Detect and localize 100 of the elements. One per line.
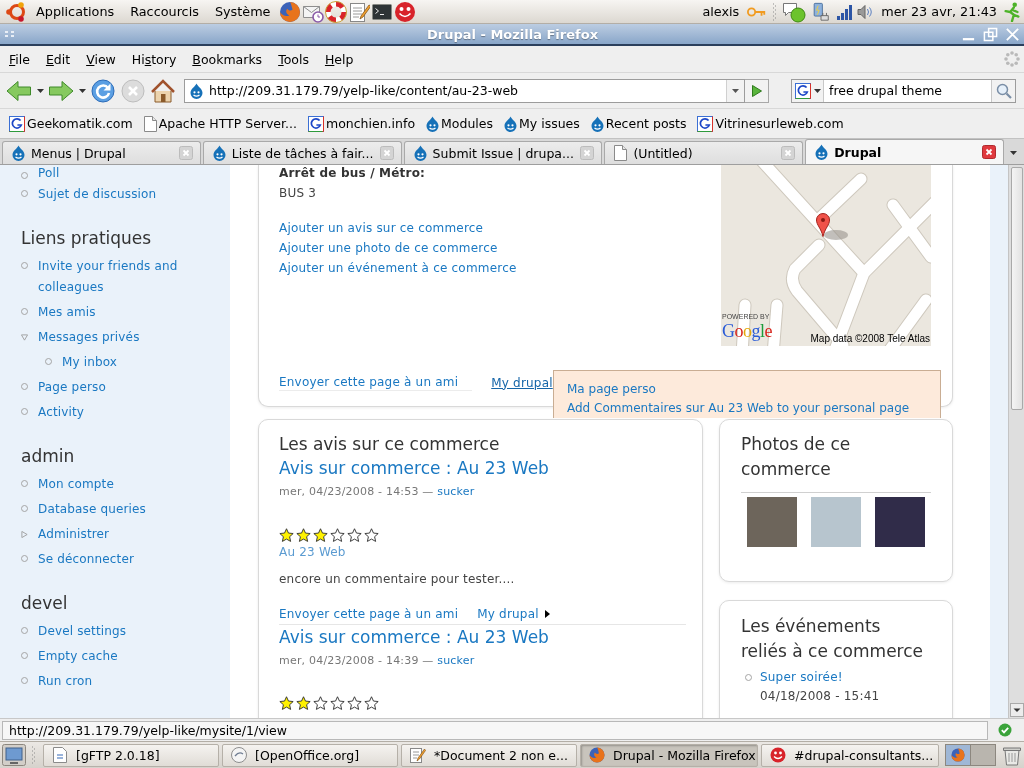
drag-handle-icon[interactable] (772, 1, 778, 22)
close-icon[interactable] (982, 145, 996, 159)
drupal-icon (212, 145, 226, 161)
menu-item[interactable]: Help (316, 51, 362, 67)
sidebar-link[interactable]: Page perso (38, 377, 106, 398)
scrollbar[interactable] (1008, 165, 1024, 718)
running-man-icon[interactable] (1002, 1, 1022, 22)
page-icon (614, 145, 628, 161)
address-dropdown-button[interactable] (726, 79, 744, 102)
author-link[interactable]: sucker (437, 485, 475, 498)
menu-item[interactable]: Bookmarks (184, 51, 271, 67)
search-engine-button[interactable] (792, 79, 824, 102)
sidebar-link[interactable]: Database queries (38, 499, 146, 520)
footer-link[interactable]: Envoyer cette page à un ami (279, 606, 459, 622)
bookmark[interactable]: monchien.info (308, 115, 416, 132)
taskbar-button[interactable]: *Document 2 non e... (401, 743, 577, 767)
browser-tab[interactable]: Menus | Drupal (2, 141, 201, 164)
triangle-down-icon[interactable] (21, 334, 28, 341)
reload-button[interactable] (88, 76, 118, 105)
menu-item[interactable]: View (78, 51, 124, 67)
sidebar-link[interactable]: Se déconnecter (38, 549, 135, 570)
action-link[interactable]: Ajouter un avis sur ce commerce (279, 218, 484, 238)
go-button[interactable] (745, 78, 769, 103)
panel-menu[interactable]: Applications (28, 4, 123, 19)
sidebar-link[interactable]: Messages privés (38, 327, 140, 348)
browser-tab[interactable]: (Untitled) (604, 141, 804, 164)
map-pin-icon[interactable] (816, 213, 830, 237)
sidebar-link[interactable]: Sujet de discussion (38, 184, 157, 205)
drupal-icon (413, 145, 427, 161)
scroll-down-icon[interactable] (1009, 703, 1024, 717)
sidebar-link[interactable]: Poll (38, 166, 60, 181)
menu-item[interactable]: File (1, 51, 38, 67)
event-link[interactable]: Super soirée! (760, 669, 880, 685)
smiley-icon[interactable] (394, 0, 417, 23)
bookmark[interactable]: Apache HTTP Server... (143, 115, 297, 132)
battery-plug-icon[interactable] (811, 1, 832, 22)
star-icon (347, 528, 362, 543)
triangle-right-icon[interactable] (21, 531, 28, 538)
taskbar-button[interactable]: Drupal - Mozilla Firefox (580, 743, 758, 767)
browser-tab[interactable]: Drupal (805, 139, 1004, 164)
taskbar-button[interactable]: [gFTP 2.0.18] (43, 743, 219, 767)
review-title-link[interactable]: Avis sur commerce : Au 23 Web (279, 625, 549, 649)
action-link[interactable]: Ajouter un événement à ce commerce (279, 258, 517, 278)
speaker-icon[interactable] (857, 3, 874, 20)
map-logo[interactable]: Google (722, 321, 772, 341)
menu-link[interactable]: My drupal (491, 374, 553, 391)
signal-bars-icon[interactable] (836, 3, 853, 20)
workspace-switcher[interactable] (945, 744, 996, 766)
trash-icon[interactable] (1002, 744, 1022, 766)
notepad-icon[interactable] (348, 0, 371, 23)
sidebar-link[interactable]: Administrer (38, 524, 110, 545)
search-field[interactable]: free drupal theme (791, 78, 1016, 103)
notepad-icon (410, 747, 426, 763)
browser-logo-icon[interactable] (279, 0, 302, 23)
drupal-icon (190, 82, 203, 99)
scrollbar-thumb[interactable] (1010, 167, 1023, 410)
sidebar-link[interactable]: My inbox (62, 352, 118, 373)
panel-menu[interactable]: Raccourcis (122, 4, 207, 19)
chat-status-icon[interactable] (782, 0, 807, 23)
bookmark[interactable]: Geekomatik.com (9, 115, 133, 132)
menu-link[interactable]: My drupal (477, 606, 539, 622)
footer-link[interactable]: Envoyer cette page à un ami (279, 374, 473, 391)
sidebar-link[interactable]: Activity (38, 402, 85, 423)
sidebar-link[interactable]: Run cron (38, 671, 93, 692)
drag-handle-icon[interactable] (31, 745, 36, 765)
address-field[interactable]: http://209.31.179.79/yelp-like/content/au-23-web (184, 78, 745, 103)
bookmark[interactable]: Modules (426, 115, 493, 132)
bookmark[interactable]: Vitrinesurleweb.com (697, 115, 844, 132)
user-name[interactable]: alexis (702, 4, 740, 19)
menu-item[interactable]: History (123, 51, 185, 67)
panel-menu[interactable]: Système (206, 4, 279, 19)
drupal-icon (426, 115, 440, 132)
sidebar-link[interactable]: Invite your friends and colleagues (38, 256, 210, 298)
browser-tab[interactable]: Submit Issue | drupa... (403, 141, 603, 164)
bookmark[interactable]: Recent posts (590, 115, 687, 132)
action-link[interactable]: Ajouter une photo de ce commerce (279, 238, 498, 258)
bookmark[interactable]: My issues (504, 115, 580, 132)
taskbar-button[interactable]: [OpenOffice.org] (222, 743, 398, 767)
sidebar-link[interactable]: Mon compte (38, 474, 114, 495)
show-desktop-icon[interactable] (2, 744, 26, 766)
page-icon (143, 115, 157, 132)
author-link[interactable]: sucker (437, 654, 475, 667)
taskbar-button[interactable]: #drupal-consultants... (761, 743, 939, 767)
star-icon (364, 696, 379, 711)
review-title-link[interactable]: Avis sur commerce : Au 23 Web (279, 456, 549, 480)
menu-item[interactable]: Ma page perso (567, 382, 656, 396)
drupal-icon (504, 115, 517, 132)
lifebuoy-icon[interactable] (325, 0, 348, 23)
browser-tab[interactable]: Liste de tâches à fair... (202, 141, 402, 164)
ubuntu-logo-icon[interactable] (6, 0, 28, 23)
search-button[interactable] (991, 79, 1015, 102)
menu-item[interactable]: Edit (37, 51, 79, 67)
event-date: 04/18/2008 - 15:41 (760, 688, 880, 705)
clock[interactable]: mer 23 avr, 21:43 (881, 4, 997, 19)
menu-item[interactable]: Tools (270, 51, 317, 67)
sidebar-link[interactable]: Devel settings (38, 621, 127, 642)
sidebar-link[interactable]: Empty cache (38, 646, 118, 667)
sidebar-link[interactable]: Mes amis (38, 302, 96, 323)
maximize-icon[interactable] (983, 26, 998, 42)
menu-item[interactable]: Add Commentaires sur Au 23 Web to your personal page (567, 401, 910, 415)
